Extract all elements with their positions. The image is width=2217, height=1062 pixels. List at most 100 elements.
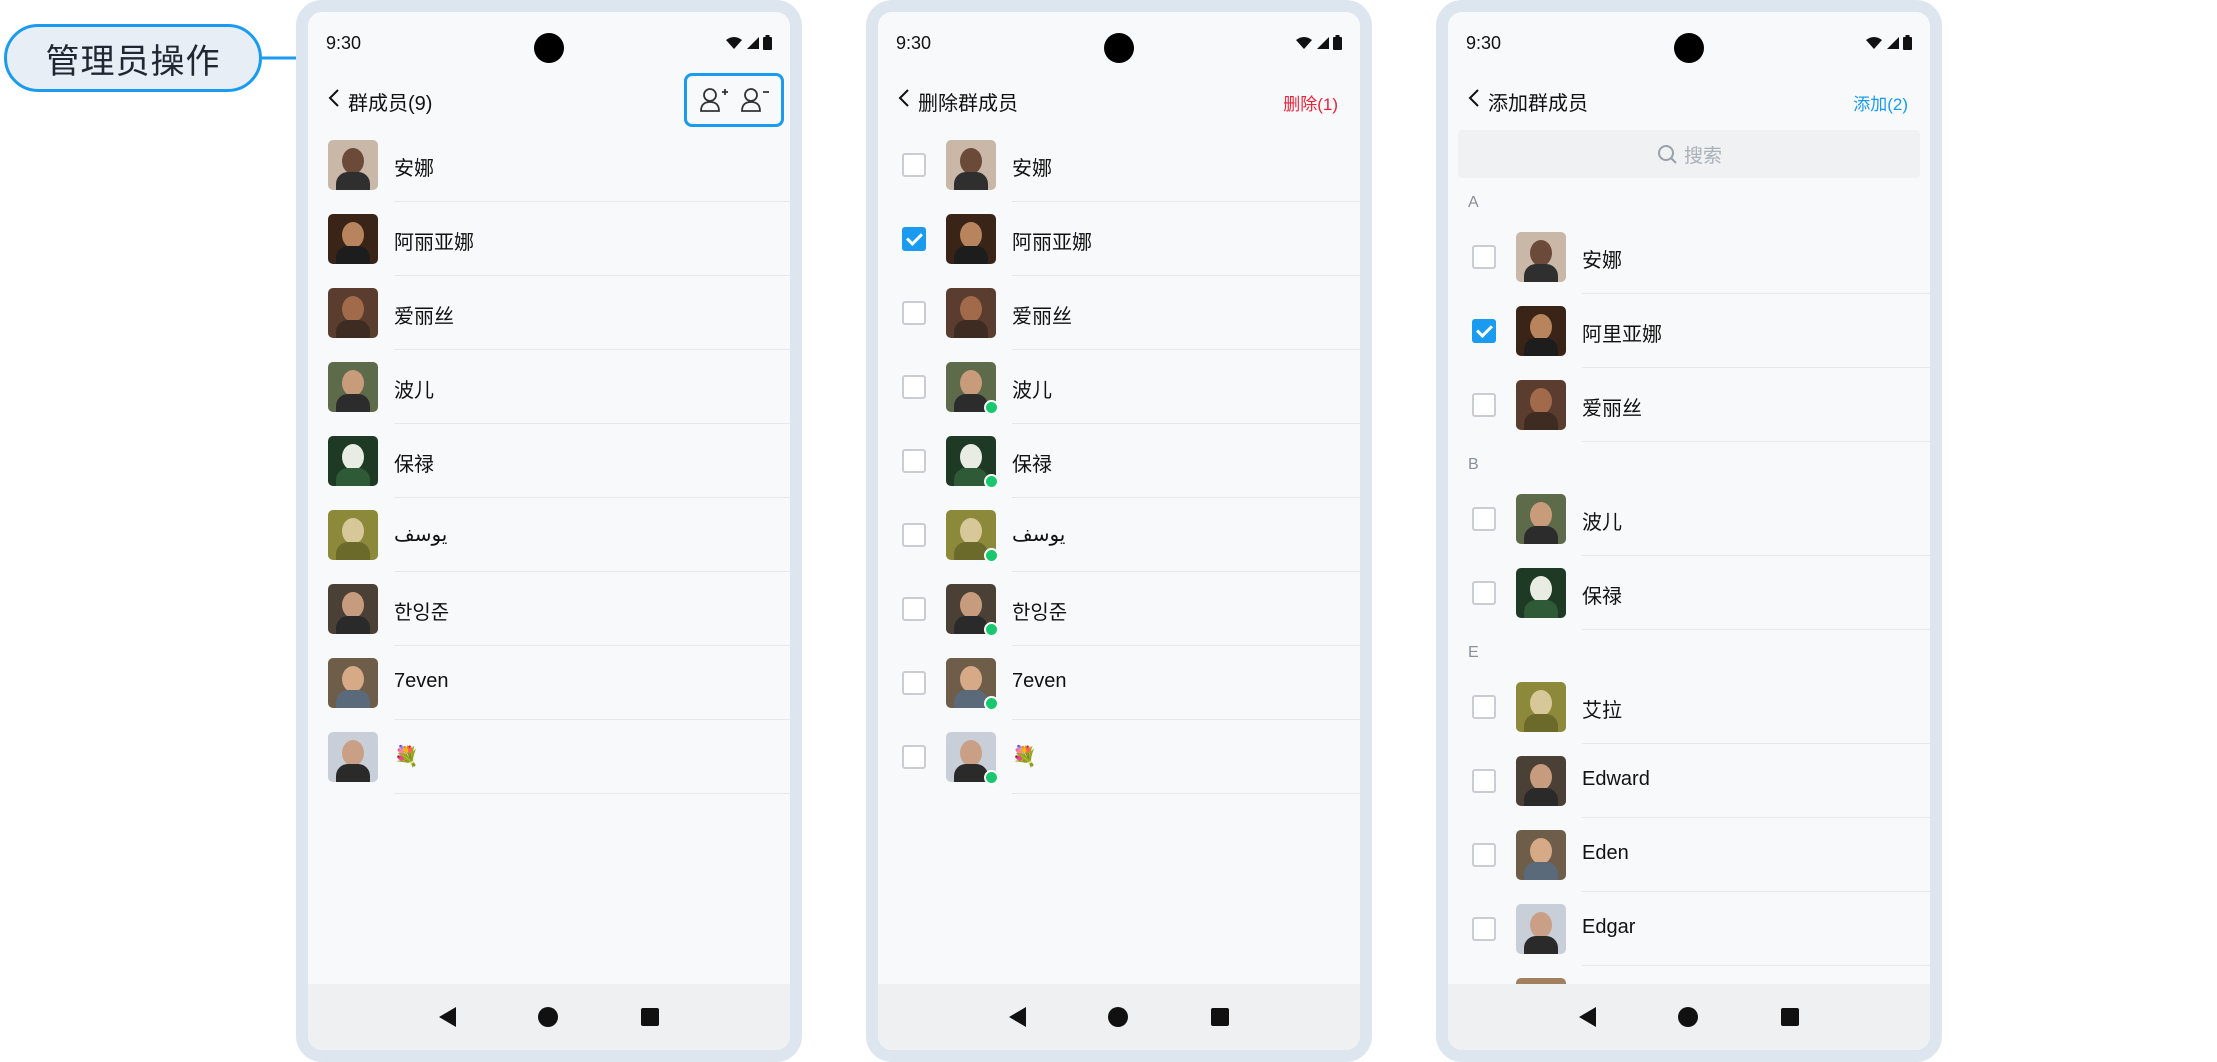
remove-member-button[interactable]	[740, 85, 770, 115]
list-item[interactable]: 爱丽丝	[308, 276, 790, 350]
signal-icon	[1317, 36, 1329, 49]
list-item[interactable]: 安娜	[308, 128, 790, 202]
checkbox[interactable]	[1472, 843, 1496, 867]
list-item[interactable]: 安娜	[878, 128, 1360, 202]
list-item[interactable]: 💐	[308, 720, 790, 794]
member-name: 波儿	[1582, 512, 1622, 534]
avatar-body	[954, 394, 988, 412]
avatar-face	[960, 370, 982, 396]
list-item[interactable]: 艾拉	[1448, 670, 1930, 744]
avatar-body	[336, 246, 370, 264]
list-item[interactable]: Edward	[1448, 744, 1930, 818]
list-item[interactable]: 💐	[878, 720, 1360, 794]
list-item[interactable]: يوسف	[878, 498, 1360, 572]
camera-cutout	[1104, 33, 1134, 63]
callout-label: 管理员操作	[45, 42, 221, 81]
avatar-face	[342, 148, 364, 174]
list-item[interactable]: 波儿	[878, 350, 1360, 424]
system-nav-bar	[878, 984, 1360, 1050]
checkbox[interactable]	[1472, 393, 1496, 417]
checkbox[interactable]	[902, 153, 926, 177]
chevron-left-icon	[328, 89, 339, 107]
member-name: 安娜	[1582, 250, 1622, 272]
list-item[interactable]: 波儿	[1448, 482, 1930, 556]
app-bar: 群成员(9)	[308, 73, 790, 127]
avatar-body	[954, 172, 988, 190]
nav-back-icon[interactable]	[1009, 1007, 1027, 1027]
list-item[interactable]: 한잉준	[878, 572, 1360, 646]
avatar-face	[342, 592, 364, 618]
list-item[interactable]: 安娜	[1448, 220, 1930, 294]
avatar-face	[1530, 764, 1552, 790]
list-item[interactable]: 爱丽丝	[1448, 368, 1930, 442]
checkbox[interactable]	[1472, 581, 1496, 605]
search-bar[interactable]: 搜索	[1458, 130, 1920, 178]
nav-recents-icon[interactable]	[1780, 1008, 1799, 1026]
add-member-button[interactable]	[699, 85, 729, 115]
nav-recents-icon[interactable]	[640, 1008, 659, 1026]
back-button[interactable]	[1460, 84, 1488, 112]
list-item[interactable]: 한잉준	[308, 572, 790, 646]
admin-actions	[684, 73, 784, 127]
back-button[interactable]	[890, 84, 918, 112]
member-name: 爱丽丝	[1012, 306, 1072, 328]
avatar	[1516, 568, 1566, 618]
checkbox[interactable]	[902, 523, 926, 547]
checkbox[interactable]	[902, 671, 926, 695]
back-button[interactable]	[320, 84, 348, 112]
avatar	[1516, 830, 1566, 880]
checkbox[interactable]	[1472, 917, 1496, 941]
list-item[interactable]: 7even	[308, 646, 790, 720]
checkbox[interactable]	[902, 301, 926, 325]
list-item[interactable]: Eden	[1448, 818, 1930, 892]
nav-recents-icon[interactable]	[1210, 1008, 1229, 1026]
add-button[interactable]: 添加(2)	[1853, 90, 1908, 115]
checkbox[interactable]	[902, 449, 926, 473]
nav-back-icon[interactable]	[1579, 1007, 1597, 1027]
checkbox[interactable]	[1472, 769, 1496, 793]
checkbox-checked[interactable]	[902, 227, 926, 251]
section-header: A	[1448, 180, 1930, 220]
chevron-left-icon	[898, 89, 909, 107]
nav-home-icon[interactable]	[1108, 1007, 1129, 1027]
member-list: 安娜 阿丽亚娜 爱丽丝 波儿保禄 يوسف 한잉준 7even 💐	[308, 128, 790, 794]
list-item[interactable]: 保禄	[1448, 556, 1930, 630]
nav-back-icon[interactable]	[439, 1007, 457, 1027]
list-item[interactable]: 保禄	[878, 424, 1360, 498]
checkbox-checked[interactable]	[1472, 319, 1496, 343]
avatar-face	[342, 518, 364, 544]
list-item[interactable]: 阿丽亚娜	[878, 202, 1360, 276]
avatar	[328, 288, 378, 338]
nav-home-icon[interactable]	[1678, 1007, 1699, 1027]
checkbox[interactable]	[1472, 695, 1496, 719]
list-item[interactable]: 阿丽亚娜	[308, 202, 790, 276]
list-item[interactable]: 7even	[878, 646, 1360, 720]
avatar-face	[1530, 240, 1552, 266]
list-item[interactable]: يوسف	[308, 498, 790, 572]
avatar-body	[1524, 264, 1558, 282]
avatar-face	[1530, 838, 1552, 864]
avatar-face	[342, 666, 364, 692]
avatar-face	[960, 740, 982, 766]
checkbox[interactable]	[1472, 507, 1496, 531]
system-nav-bar	[308, 984, 790, 1050]
list-item[interactable]: 爱丽丝	[878, 276, 1360, 350]
nav-home-icon[interactable]	[538, 1007, 559, 1027]
list-item[interactable]: 阿里亚娜	[1448, 294, 1930, 368]
checkbox[interactable]	[1472, 245, 1496, 269]
avatar	[1516, 756, 1566, 806]
app-bar: 添加群成员 添加(2)	[1448, 78, 1930, 122]
delete-button[interactable]: 删除(1)	[1283, 90, 1338, 115]
checkbox[interactable]	[902, 375, 926, 399]
checkbox[interactable]	[902, 745, 926, 769]
avatar-body	[1524, 788, 1558, 806]
list-item[interactable]: Edgar	[1448, 892, 1930, 966]
member-name: 💐	[394, 746, 419, 768]
checkbox[interactable]	[902, 597, 926, 621]
list-item[interactable]: 保禄	[308, 424, 790, 498]
row-divider	[1012, 793, 1360, 794]
app-bar: 删除群成员 删除(1)	[878, 78, 1360, 122]
list-item[interactable]: 波儿	[308, 350, 790, 424]
section-header: B	[1448, 442, 1930, 482]
member-name: 保禄	[394, 454, 434, 476]
